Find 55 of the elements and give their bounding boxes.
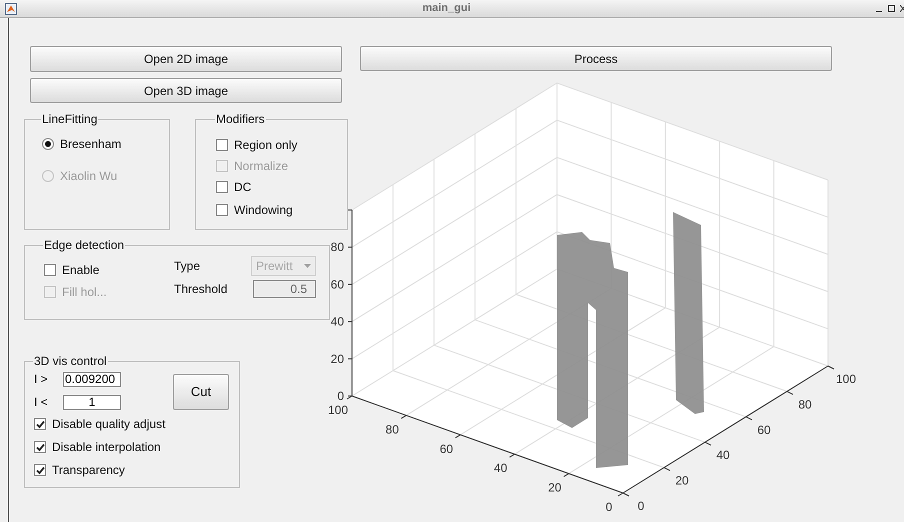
tick-label: 60 <box>330 277 344 292</box>
close-icon[interactable] <box>900 5 904 12</box>
threshold-label: Threshold <box>174 281 228 298</box>
tick-label: 0 <box>638 499 644 513</box>
checkbox[interactable] <box>216 181 228 193</box>
checkbox-label: Disable quality adjust <box>52 416 166 433</box>
tick-label: 80 <box>330 240 344 254</box>
tick-label: 100 <box>836 372 856 386</box>
app-icon <box>5 2 17 14</box>
cut-button[interactable]: Cut <box>173 374 229 410</box>
radio-button[interactable] <box>42 138 54 150</box>
tick-label: 60 <box>440 442 454 456</box>
tick-label: 80 <box>798 397 812 412</box>
tick-label: 20 <box>675 474 689 488</box>
checkbox-label: Windowing <box>234 202 293 219</box>
tick-label: 0 <box>606 500 612 514</box>
group-title: Edge detection <box>43 238 126 252</box>
tick-label: 20 <box>548 480 562 495</box>
tick-label: 40 <box>494 461 508 476</box>
tick-label: 60 <box>757 422 771 437</box>
group-title: 3D vis control <box>33 354 108 368</box>
checkbox[interactable] <box>34 464 46 476</box>
window-title: main_gui <box>421 1 472 16</box>
lower-bound-label: I > <box>34 371 49 388</box>
checkbox-label: Fill hol... <box>62 284 107 301</box>
tick-label: 20 <box>330 352 344 366</box>
checkbox[interactable] <box>34 418 46 430</box>
checkbox-label: Region only <box>234 137 298 154</box>
checkbox-label: DC <box>234 179 252 196</box>
checkbox[interactable] <box>216 139 228 151</box>
checkbox[interactable] <box>44 264 56 276</box>
open-3d-image-button[interactable]: Open 3D image <box>30 78 342 103</box>
checkbox-label: Normalize <box>234 158 288 175</box>
tick-label: 80 <box>386 422 399 436</box>
type-label: Type <box>174 258 202 275</box>
tick-label: 0 <box>337 389 344 403</box>
radio-label: Bresenham <box>60 136 122 153</box>
dropdown-arrow-icon <box>304 264 311 268</box>
process-button[interactable]: Process <box>360 46 832 71</box>
open-2d-image-button[interactable]: Open 2D image <box>30 46 342 72</box>
group-title: LineFitting <box>41 112 98 126</box>
tick-label: 100 <box>328 403 348 417</box>
maximize-icon[interactable] <box>888 5 895 12</box>
checkbox[interactable] <box>34 441 46 453</box>
radio-label: Xiaolin Wu <box>60 168 118 185</box>
group-title: Modifiers <box>215 112 266 126</box>
tick-label: 40 <box>716 448 730 462</box>
tick-label: 40 <box>330 314 344 329</box>
checkbox-label: Transparency <box>52 462 125 479</box>
upper-bound-field[interactable]: 1 <box>63 394 121 410</box>
lower-bound-field[interactable]: 0.009200 <box>63 372 121 386</box>
checkbox-label: Enable <box>62 262 100 279</box>
checkbox[interactable] <box>216 204 228 216</box>
checkbox-label: Disable interpolation <box>52 439 161 456</box>
upper-bound-label: I < <box>34 394 49 411</box>
